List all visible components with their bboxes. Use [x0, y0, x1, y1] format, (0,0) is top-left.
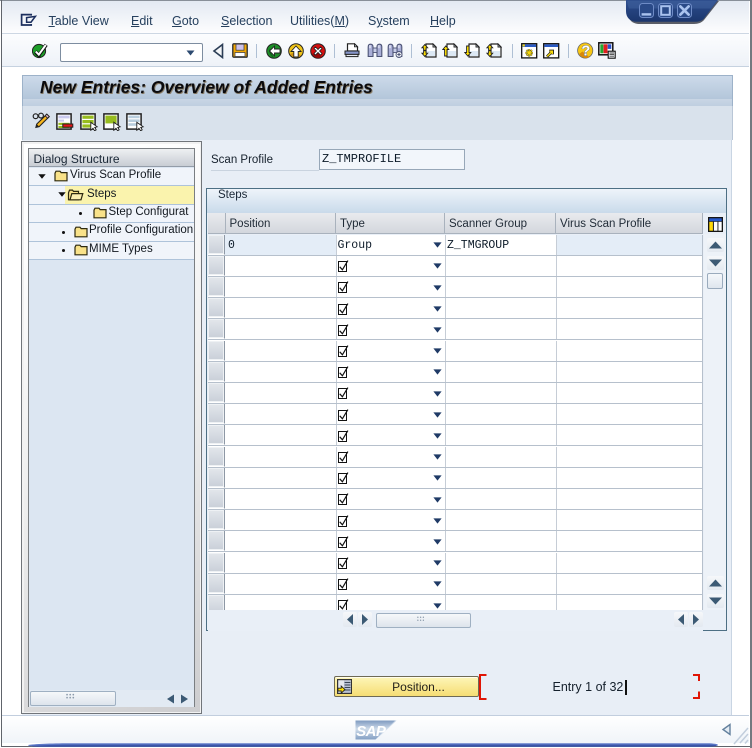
- svg-text:?: ?: [581, 44, 590, 59]
- svg-text:SAP: SAP: [356, 723, 387, 740]
